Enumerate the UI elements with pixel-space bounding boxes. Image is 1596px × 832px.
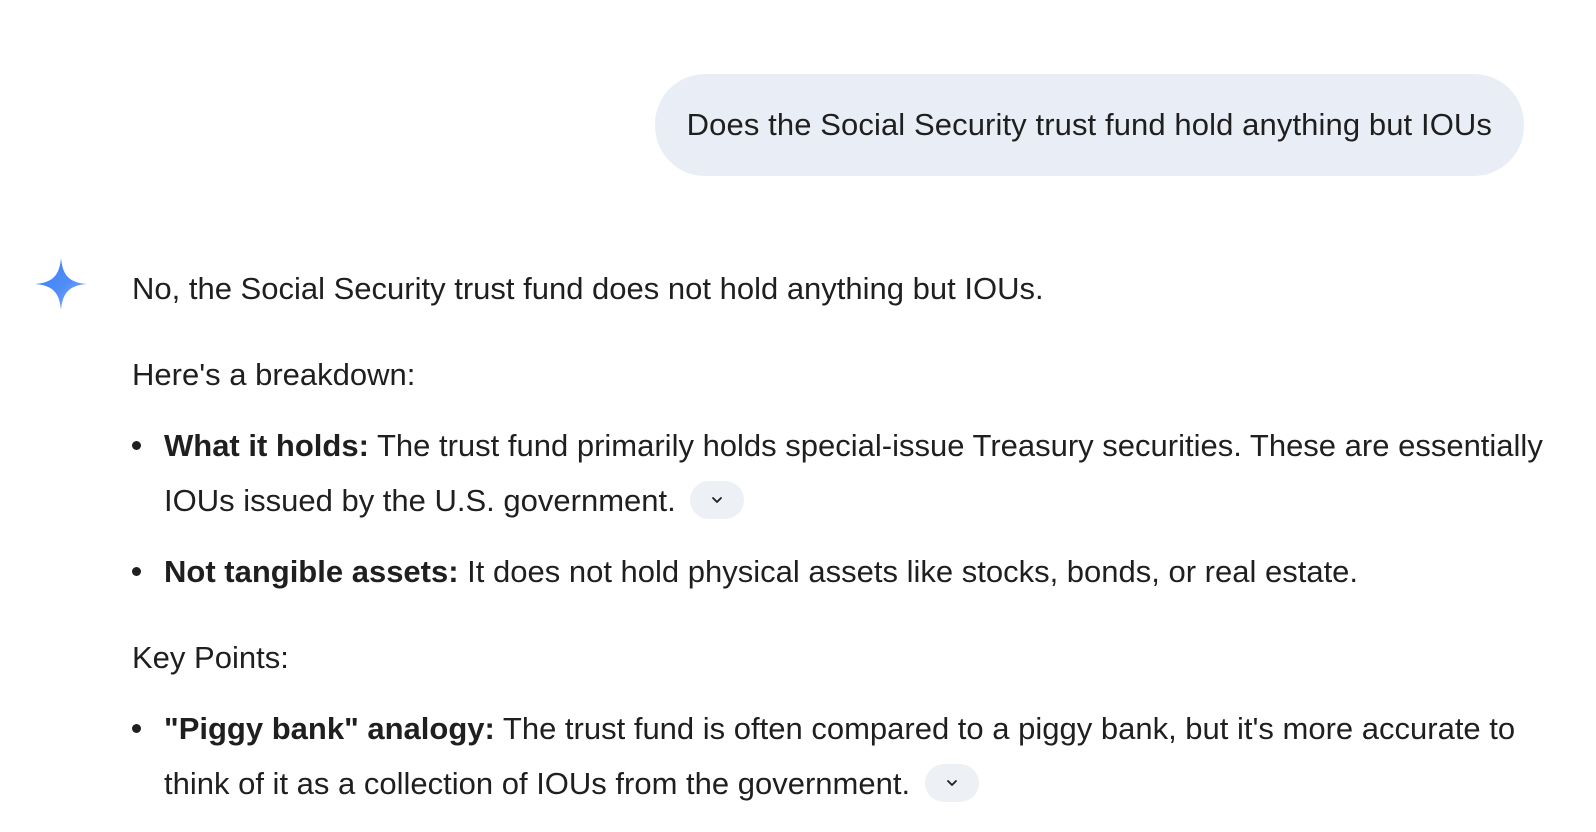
response-intro: No, the Social Security trust fund does … bbox=[132, 271, 1044, 306]
source-chip-button[interactable] bbox=[690, 480, 745, 519]
chevron-down-icon bbox=[946, 779, 957, 786]
bullet-dot bbox=[132, 724, 141, 733]
bullet-dot bbox=[132, 441, 141, 450]
user-message-text: Does the Social Security trust fund hold… bbox=[686, 107, 1492, 142]
list-item: What it holds: The trust fund primarily … bbox=[132, 418, 1552, 528]
key-points-heading: Key Points: bbox=[132, 640, 289, 675]
source-chip-button[interactable] bbox=[924, 763, 979, 802]
user-message-bubble: Does the Social Security trust fund hold… bbox=[654, 74, 1524, 176]
breakdown-list: What it holds: The trust fund primarily … bbox=[132, 418, 1552, 599]
bullet-text: It does not hold physical assets like st… bbox=[458, 554, 1359, 589]
bullet-dot bbox=[132, 567, 141, 576]
bullet-text: The trust fund primarily holds special-i… bbox=[164, 428, 1543, 518]
list-item: Not tangible assets: It does not hold ph… bbox=[132, 544, 1552, 599]
list-item: "Piggy bank" analogy: The trust fund is … bbox=[132, 701, 1552, 811]
chevron-down-icon bbox=[712, 496, 723, 503]
bullet-term: "Piggy bank" analogy: bbox=[164, 711, 495, 746]
bullet-term: What it holds: bbox=[164, 428, 369, 463]
sparkle-icon bbox=[34, 257, 88, 311]
key-points-list: "Piggy bank" analogy: The trust fund is … bbox=[132, 701, 1552, 811]
breakdown-lead: Here's a breakdown: bbox=[132, 357, 416, 392]
bullet-term: Not tangible assets: bbox=[164, 554, 459, 589]
